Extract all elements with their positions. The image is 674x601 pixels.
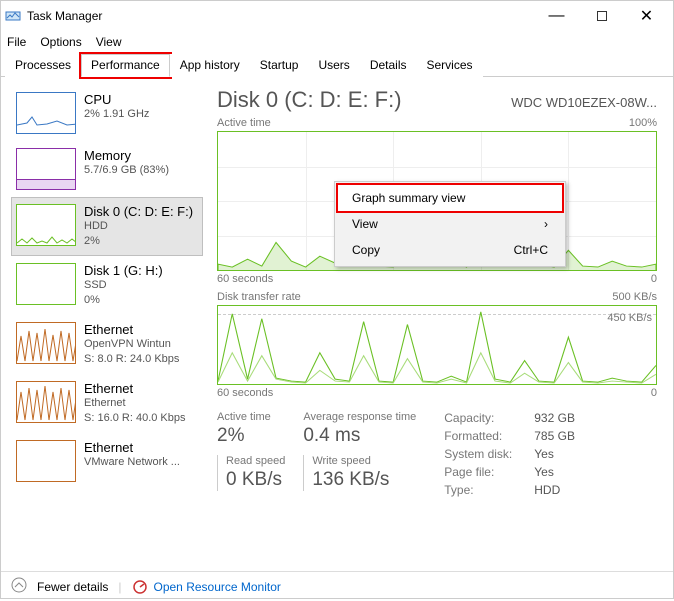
chevron-up-icon [11, 577, 27, 596]
sidebar-disk0-sub2: 2% [84, 234, 193, 249]
chart2-label-left: Disk transfer rate [217, 291, 301, 303]
chart2-bot-right: 0 [651, 387, 657, 399]
app-icon [5, 8, 21, 24]
context-menu: Graph summary view View› CopyCtrl+C [334, 181, 566, 267]
avg-resp-label: Average response time [303, 411, 416, 423]
content-area: CPU2% 1.91 GHz Memory5.7/6.9 GB (83%) Di… [1, 77, 673, 571]
tab-details[interactable]: Details [360, 54, 417, 77]
tab-performance[interactable]: Performance [81, 54, 170, 77]
transfer-rate-chart[interactable]: 450 KB/s [217, 305, 657, 385]
resource-monitor-icon [132, 579, 148, 595]
ctx-copy-accel: Ctrl+C [514, 243, 548, 257]
ethernet0-thumb-icon [16, 322, 76, 364]
read-speed-label: Read speed [226, 455, 285, 467]
avg-resp-value: 0.4 ms [303, 425, 416, 447]
chart1-label-right: 100% [629, 117, 657, 129]
page-title: Disk 0 (C: D: E: F:) [217, 87, 402, 113]
menu-options[interactable]: Options [40, 35, 81, 49]
disk1-thumb-icon [16, 263, 76, 305]
sidebar-eth2-sub1: VMware Network ... [84, 455, 180, 470]
pagefile-k: Page file: [444, 465, 534, 479]
chart2-bot-left: 60 seconds [217, 387, 273, 399]
formatted-k: Formatted: [444, 429, 534, 443]
maximize-button[interactable] [579, 2, 624, 30]
system-k: System disk: [444, 447, 534, 461]
ctx-copy[interactable]: CopyCtrl+C [338, 237, 562, 263]
sidebar-disk1-sub2: 0% [84, 293, 163, 308]
sidebar-item-ethernet-1[interactable]: EthernetEthernetS: 16.0 R: 40.0 Kbps [11, 374, 203, 433]
chart2-label-right: 500 KB/s [612, 291, 657, 303]
tab-app-history[interactable]: App history [170, 54, 250, 77]
sidebar-disk1-sub1: SSD [84, 278, 163, 293]
sidebar-eth0-title: Ethernet [84, 322, 179, 337]
sidebar-disk0-sub1: HDD [84, 219, 193, 234]
sidebar-item-ethernet-2[interactable]: EthernetVMware Network ... [11, 433, 203, 489]
stats-row: Active time 2% Read speed 0 KB/s Average… [217, 411, 657, 497]
sidebar-item-disk1[interactable]: Disk 1 (G: H:)SSD0% [11, 256, 203, 315]
active-time-value: 2% [217, 425, 285, 447]
ctx-view-submenu[interactable]: View› [338, 211, 562, 237]
tab-processes[interactable]: Processes [5, 54, 81, 77]
pagefile-v: Yes [534, 465, 575, 479]
active-time-label: Active time [217, 411, 285, 423]
main-panel: Disk 0 (C: D: E: F:) WDC WD10EZEX-08W...… [207, 77, 673, 571]
sidebar-eth0-sub2: S: 8.0 R: 24.0 Kbps [84, 352, 179, 367]
sidebar-memory-title: Memory [84, 148, 169, 163]
sidebar-item-disk0[interactable]: Disk 0 (C: D: E: F:)HDD2% [11, 197, 203, 256]
capacity-v: 932 GB [534, 411, 575, 425]
sidebar-eth1-sub2: S: 16.0 R: 40.0 Kbps [84, 411, 186, 426]
chevron-right-icon: › [544, 217, 548, 231]
open-resource-monitor-link[interactable]: Open Resource Monitor [132, 579, 281, 595]
window-title: Task Manager [27, 9, 534, 23]
disk0-thumb-icon [16, 204, 76, 246]
ethernet1-thumb-icon [16, 381, 76, 423]
chart1-bot-left: 60 seconds [217, 273, 273, 285]
close-button[interactable]: ✕ [624, 2, 669, 30]
titlebar: Task Manager — ✕ [1, 1, 673, 31]
memory-thumb-icon [16, 148, 76, 190]
ethernet2-thumb-icon [16, 440, 76, 482]
tab-users[interactable]: Users [308, 54, 359, 77]
sidebar-disk1-title: Disk 1 (G: H:) [84, 263, 163, 278]
sidebar-item-memory[interactable]: Memory5.7/6.9 GB (83%) [11, 141, 203, 197]
menu-view[interactable]: View [96, 35, 122, 49]
sidebar-eth1-sub1: Ethernet [84, 396, 186, 411]
type-k: Type: [444, 483, 534, 497]
tab-services[interactable]: Services [417, 54, 483, 77]
read-speed-value: 0 KB/s [226, 469, 285, 491]
window-controls: — ✕ [534, 2, 669, 30]
minimize-button[interactable]: — [534, 2, 579, 30]
tab-startup[interactable]: Startup [250, 54, 309, 77]
separator: | [118, 580, 121, 594]
menu-file[interactable]: File [7, 35, 26, 49]
fewer-details-link[interactable]: Fewer details [37, 580, 108, 594]
performance-sidebar[interactable]: CPU2% 1.91 GHz Memory5.7/6.9 GB (83%) Di… [1, 77, 207, 571]
sidebar-eth2-title: Ethernet [84, 440, 180, 455]
device-name: WDC WD10EZEX-08W... [511, 95, 657, 110]
sidebar-eth0-sub1: OpenVPN Wintun [84, 337, 179, 352]
footer-bar: Fewer details | Open Resource Monitor [1, 571, 673, 601]
ctx-graph-summary-view[interactable]: Graph summary view [338, 185, 562, 211]
write-speed-label: Write speed [312, 455, 416, 467]
sidebar-item-cpu[interactable]: CPU2% 1.91 GHz [11, 85, 203, 141]
menubar: File Options View [1, 31, 673, 53]
capacity-k: Capacity: [444, 411, 534, 425]
formatted-v: 785 GB [534, 429, 575, 443]
tab-strip: Processes Performance App history Startu… [1, 53, 673, 77]
write-speed-value: 136 KB/s [312, 469, 416, 491]
sidebar-memory-sub: 5.7/6.9 GB (83%) [84, 163, 169, 178]
chart1-label-left: Active time [217, 117, 271, 129]
sidebar-eth1-title: Ethernet [84, 381, 186, 396]
sidebar-disk0-title: Disk 0 (C: D: E: F:) [84, 204, 193, 219]
sidebar-item-ethernet-0[interactable]: EthernetOpenVPN WintunS: 8.0 R: 24.0 Kbp… [11, 315, 203, 374]
chart1-bot-right: 0 [651, 273, 657, 285]
cpu-thumb-icon [16, 92, 76, 134]
sidebar-cpu-title: CPU [84, 92, 149, 107]
type-v: HDD [534, 483, 575, 497]
sidebar-cpu-sub: 2% 1.91 GHz [84, 107, 149, 122]
system-v: Yes [534, 447, 575, 461]
